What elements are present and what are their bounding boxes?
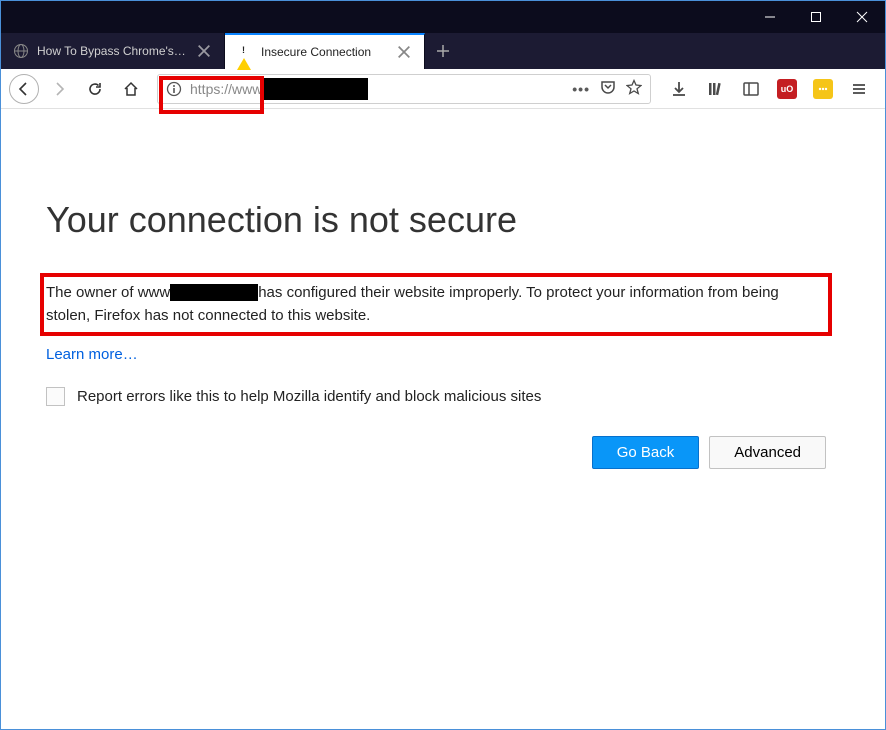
advanced-button[interactable]: Advanced xyxy=(709,436,826,469)
window-maximize-button[interactable] xyxy=(793,1,839,33)
home-button[interactable] xyxy=(115,73,147,105)
learn-more-link[interactable]: Learn more… xyxy=(46,346,138,363)
toolbar: https://www ••• uO xyxy=(1,69,885,109)
new-tab-button[interactable] xyxy=(425,33,461,69)
go-back-button[interactable]: Go Back xyxy=(592,436,700,469)
annotation-highlight xyxy=(40,273,832,336)
toolbar-extensions: uO xyxy=(661,75,877,103)
library-icon[interactable] xyxy=(701,75,729,103)
extension-badge-icon[interactable] xyxy=(809,75,837,103)
ublock-icon[interactable]: uO xyxy=(773,75,801,103)
redacted-domain xyxy=(264,78,368,100)
sidebar-icon[interactable] xyxy=(737,75,765,103)
site-identity[interactable] xyxy=(166,81,182,97)
button-row: Go Back Advanced xyxy=(46,436,826,469)
window-close-button[interactable] xyxy=(839,1,885,33)
back-button[interactable] xyxy=(9,74,39,104)
forward-button[interactable] xyxy=(43,73,75,105)
tab-bar: How To Bypass Chrome's HSTS Wa Insecure … xyxy=(1,33,885,69)
page-title: Your connection is not secure xyxy=(46,199,826,241)
page-actions: ••• xyxy=(572,79,642,98)
tab-active[interactable]: Insecure Connection xyxy=(225,33,425,69)
redacted-domain xyxy=(170,284,258,301)
url-prefix: https://www xyxy=(190,81,262,97)
report-error-row: Report errors like this to help Mozilla … xyxy=(46,387,826,406)
window-minimize-button[interactable] xyxy=(747,1,793,33)
reload-button[interactable] xyxy=(79,73,111,105)
tab-inactive[interactable]: How To Bypass Chrome's HSTS Wa xyxy=(1,33,225,69)
report-error-label: Report errors like this to help Mozilla … xyxy=(77,388,541,405)
globe-icon xyxy=(13,43,29,59)
close-icon[interactable] xyxy=(196,43,212,59)
url-text[interactable]: https://www xyxy=(190,78,564,100)
url-bar[interactable]: https://www ••• xyxy=(157,74,651,104)
error-text-pre: The owner of www xyxy=(46,284,170,301)
urlbar-container: https://www ••• xyxy=(157,74,651,104)
warning-icon xyxy=(237,44,253,60)
bookmark-star-icon[interactable] xyxy=(626,79,642,98)
window-controls xyxy=(747,1,885,33)
downloads-icon[interactable] xyxy=(665,75,693,103)
error-page: Your connection is not secure The owner … xyxy=(1,109,885,469)
page-actions-menu-icon[interactable]: ••• xyxy=(572,81,590,97)
hamburger-menu-icon[interactable] xyxy=(845,75,873,103)
tab-title: Insecure Connection xyxy=(261,45,388,59)
tab-title: How To Bypass Chrome's HSTS Wa xyxy=(37,44,188,58)
error-description: The owner of wwwhas configured their web… xyxy=(46,279,826,330)
window-titlebar xyxy=(1,1,885,33)
report-error-checkbox[interactable] xyxy=(46,387,65,406)
pocket-icon[interactable] xyxy=(600,79,616,98)
close-icon[interactable] xyxy=(396,44,412,60)
info-icon xyxy=(166,81,182,97)
